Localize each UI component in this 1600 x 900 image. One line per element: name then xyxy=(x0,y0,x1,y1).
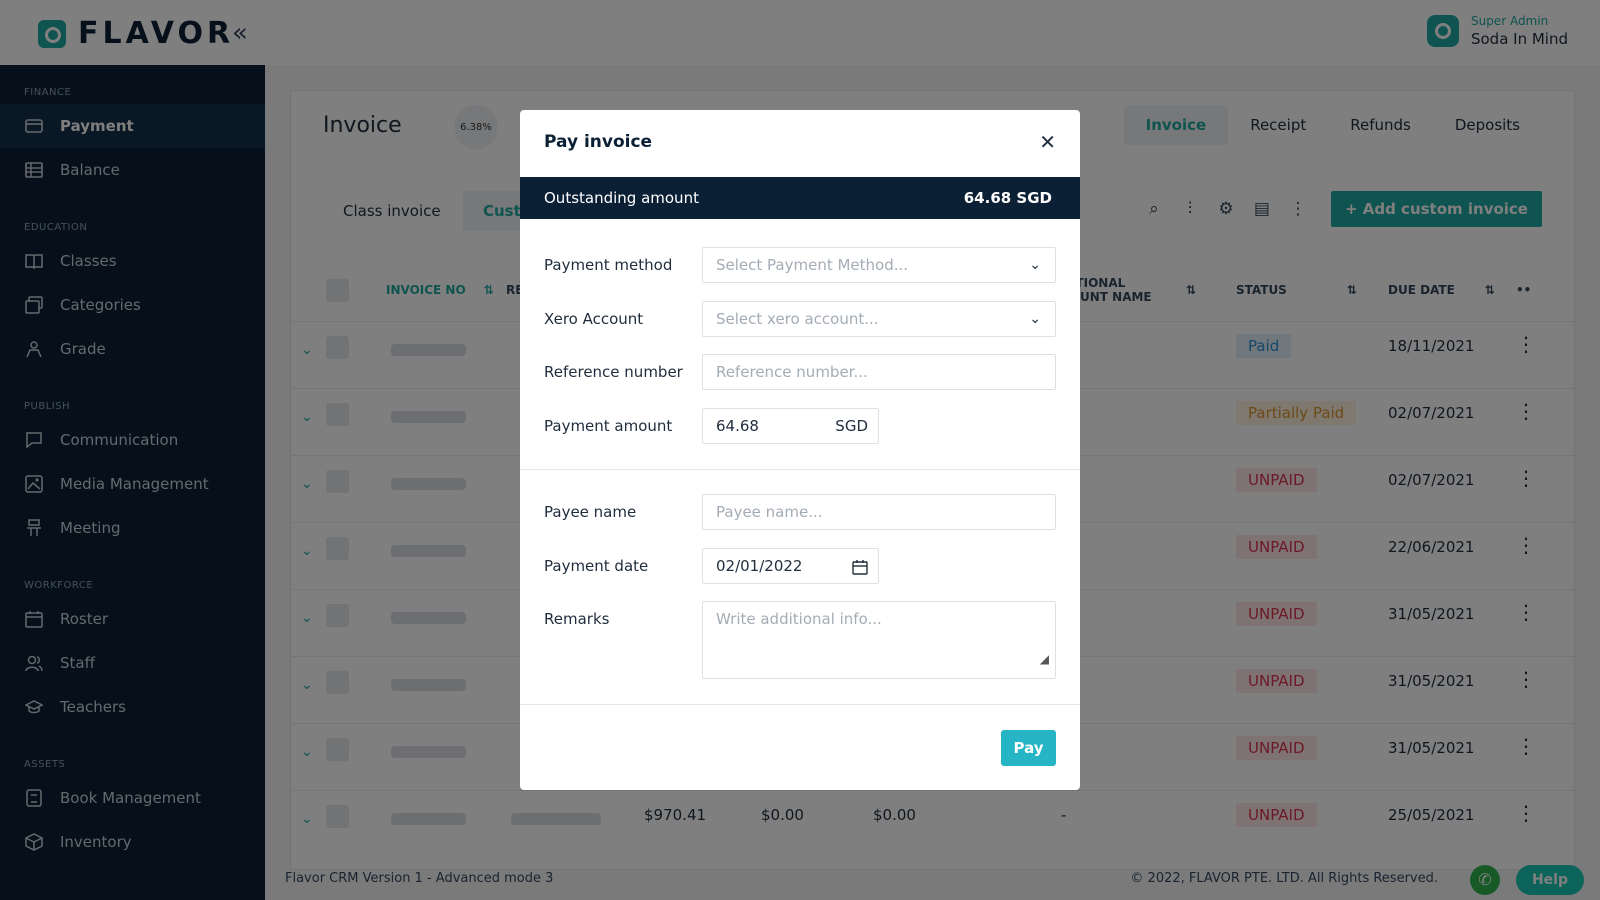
xero-account-label: Xero Account xyxy=(544,310,644,328)
pay-invoice-modal: Pay invoice ✕ Outstanding amount 64.68 S… xyxy=(520,110,1080,790)
divider xyxy=(520,469,1080,470)
payee-name-placeholder: Payee name... xyxy=(716,503,823,521)
currency-suffix: SGD xyxy=(835,417,868,435)
payment-amount-value: 64.68 xyxy=(716,417,759,435)
payment-date-input[interactable]: 02/01/2022 xyxy=(702,548,879,584)
payment-date-label: Payment date xyxy=(544,557,649,575)
remarks-placeholder: Write additional info... xyxy=(716,610,882,628)
xero-account-select[interactable]: Select xero account... ⌄ xyxy=(702,301,1056,337)
payee-name-label: Payee name xyxy=(544,503,637,521)
modal-title: Pay invoice xyxy=(544,132,653,152)
divider xyxy=(520,704,1080,705)
payment-amount-input[interactable]: 64.68 SGD xyxy=(702,408,879,444)
payment-amount-label: Payment amount xyxy=(544,417,673,435)
outstanding-amount: 64.68 SGD xyxy=(963,189,1052,207)
outstanding-label: Outstanding amount xyxy=(544,189,699,207)
payee-name-input[interactable]: Payee name... xyxy=(702,494,1056,530)
reference-number-label: Reference number xyxy=(544,363,683,381)
xero-account-placeholder: Select xero account... xyxy=(716,310,879,328)
calendar-icon[interactable] xyxy=(852,549,868,583)
payment-method-select[interactable]: Select Payment Method... ⌄ xyxy=(702,247,1056,283)
pay-button[interactable]: Pay xyxy=(1001,730,1056,766)
remarks-label: Remarks xyxy=(544,610,610,628)
resize-handle-icon[interactable]: ◢ xyxy=(1040,642,1049,676)
close-icon[interactable]: ✕ xyxy=(1039,130,1056,154)
reference-number-input[interactable]: Reference number... xyxy=(702,354,1056,390)
remarks-textarea[interactable]: Write additional info... ◢ xyxy=(702,601,1056,679)
payment-method-label: Payment method xyxy=(544,256,673,274)
outstanding-amount-bar: Outstanding amount 64.68 SGD xyxy=(520,177,1080,219)
chevron-down-icon: ⌄ xyxy=(1029,257,1041,273)
payment-method-placeholder: Select Payment Method... xyxy=(716,256,909,274)
payment-date-value: 02/01/2022 xyxy=(716,557,803,575)
reference-number-placeholder: Reference number... xyxy=(716,363,868,381)
chevron-down-icon: ⌄ xyxy=(1029,311,1041,327)
